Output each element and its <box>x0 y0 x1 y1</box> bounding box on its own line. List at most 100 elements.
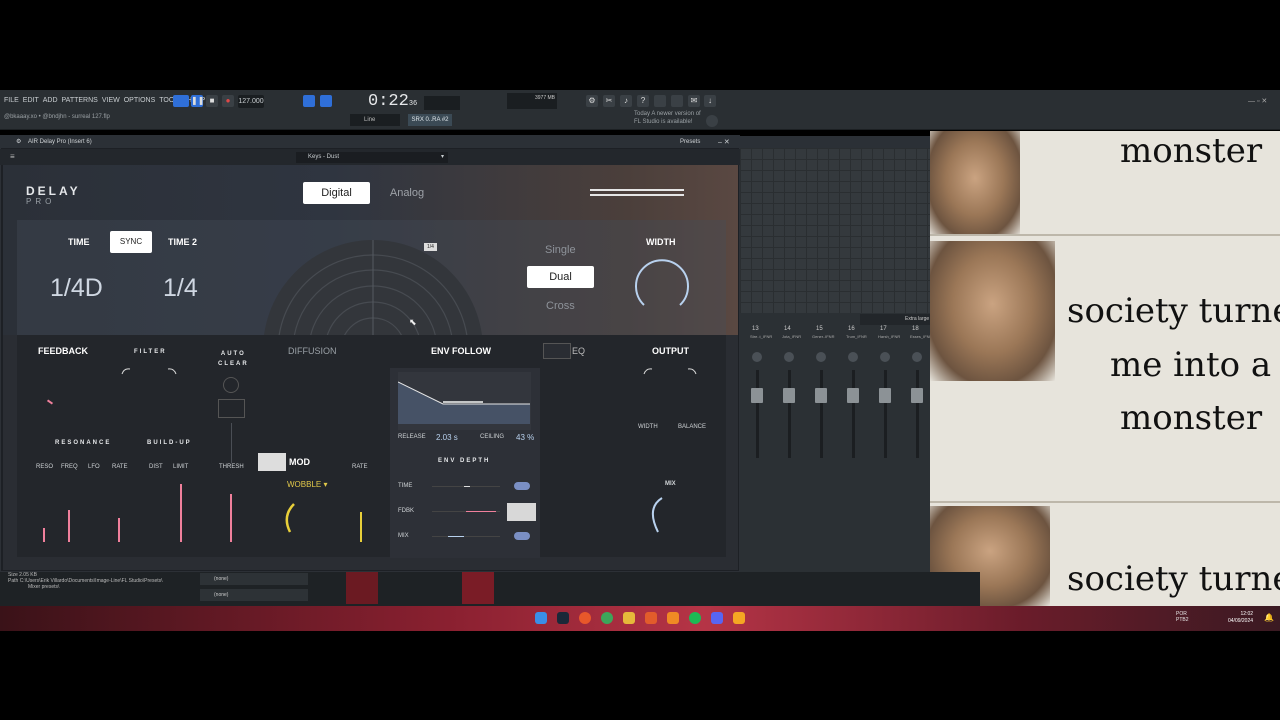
plugin-icon[interactable] <box>671 95 683 107</box>
mixer-channel[interactable]: 15 Gener..IFNR <box>806 326 836 508</box>
save-icon[interactable] <box>654 95 666 107</box>
wait-icon[interactable] <box>320 95 332 107</box>
volume-fader[interactable] <box>847 388 859 403</box>
pattern-mode-button[interactable] <box>173 95 189 107</box>
volume-fader[interactable] <box>783 388 795 403</box>
mixer-slot-selected[interactable] <box>462 572 494 604</box>
volume-fader[interactable] <box>751 388 763 403</box>
menu-edit[interactable]: EDIT <box>23 97 39 104</box>
menu-icon[interactable]: ≡ <box>10 152 15 161</box>
start-icon[interactable] <box>535 612 547 624</box>
pan-knob[interactable] <box>784 352 794 362</box>
auto-clear-toggle[interactable] <box>218 399 245 418</box>
depth-mix-switch[interactable] <box>514 532 530 540</box>
time1-value[interactable]: 1/4D <box>50 274 103 303</box>
wobble-selector[interactable]: WOBBLE ▾ <box>287 480 327 489</box>
news-panel[interactable]: Today A newer version of FL Studio is ava… <box>634 110 701 126</box>
mic-icon[interactable]: ♪ <box>620 95 632 107</box>
fl-studio-icon[interactable] <box>667 612 679 624</box>
auto-clear-knob[interactable] <box>223 377 239 393</box>
mod-toggle[interactable] <box>258 453 286 471</box>
mixer-slot-active[interactable] <box>346 572 378 604</box>
scissors-icon[interactable]: ✂ <box>603 95 615 107</box>
notification-icon[interactable]: 🔔 <box>1264 613 1274 622</box>
presets-label[interactable]: Presets <box>680 139 700 145</box>
thresh-fader[interactable] <box>230 494 232 542</box>
mixer-channel[interactable]: 16 Trum_IFNR <box>838 326 868 508</box>
tempo-display[interactable]: 127.000 <box>238 95 264 108</box>
pan-knob[interactable] <box>880 352 890 362</box>
mod-depth-knob[interactable] <box>280 502 300 536</box>
rate-fader[interactable] <box>118 518 120 542</box>
volume-fader[interactable] <box>911 388 923 403</box>
spotify-icon[interactable] <box>689 612 701 624</box>
menu-file[interactable]: FILE <box>4 97 19 104</box>
depth-fdbk-toggle[interactable] <box>507 503 536 521</box>
pan-knob[interactable] <box>752 352 762 362</box>
output-knobs[interactable] <box>642 366 702 380</box>
depth-mix-slider[interactable] <box>432 536 500 537</box>
download-icon[interactable]: ↓ <box>704 95 716 107</box>
folder-icon[interactable] <box>623 612 635 624</box>
plugin-window-header[interactable]: ⚙ AIR Delay Pro (Insert 6) Presets – ✕ <box>0 135 740 148</box>
eq-toggle[interactable] <box>543 343 571 359</box>
pan-knob[interactable] <box>848 352 858 362</box>
freq-fader[interactable] <box>68 510 70 542</box>
mixer-channel[interactable]: 17 Harsh_IFNR <box>870 326 900 508</box>
close-icon[interactable]: – ✕ <box>718 138 730 146</box>
mixer-channel[interactable]: 14 Jota_IFNR <box>774 326 804 508</box>
metronome-icon[interactable] <box>303 95 315 107</box>
sync-button[interactable]: SYNC <box>110 231 152 253</box>
playlist-grid[interactable] <box>740 148 930 313</box>
menu-options[interactable]: OPTIONS <box>124 97 156 104</box>
play-icon[interactable]: ❚❚ <box>191 95 204 107</box>
mode-dual-option[interactable]: Dual <box>527 266 594 288</box>
mixer-size-label[interactable]: Extra large <box>905 316 929 322</box>
limit-fader[interactable] <box>180 484 182 542</box>
depth-fdbk-slider[interactable] <box>432 511 500 512</box>
time2-label[interactable]: TIME 2 <box>168 237 197 247</box>
mode-cross-option[interactable]: Cross <box>546 300 575 312</box>
mode-single-option[interactable]: Single <box>545 244 576 256</box>
mixer-channel[interactable]: 13 Stre..t_IFNR <box>742 326 772 508</box>
filter-knobs[interactable] <box>120 366 180 380</box>
gear-icon[interactable]: ⚙ <box>16 138 21 145</box>
mixer-channel[interactable]: 18 Esses_IFNR <box>902 326 932 508</box>
fl-studio-icon-2[interactable] <box>733 612 745 624</box>
depth-time-slider[interactable] <box>432 486 500 487</box>
snap-selector[interactable]: Line <box>350 114 400 126</box>
send-selector-1[interactable]: (none) <box>200 573 308 585</box>
release-value[interactable]: 2.03 s <box>436 433 458 442</box>
window-controls[interactable]: — ▫ ✕ <box>1248 97 1267 105</box>
pan-knob[interactable] <box>912 352 922 362</box>
app-icon[interactable] <box>645 612 657 624</box>
depth-time-switch[interactable] <box>514 482 530 490</box>
width-knob[interactable] <box>632 257 692 317</box>
language-indicator[interactable]: POR PTB2 <box>1176 611 1189 623</box>
pattern-selector[interactable]: SRX 0..RA #2 <box>408 114 452 126</box>
volume-fader[interactable] <box>879 388 891 403</box>
chat-icon[interactable]: ✉ <box>688 95 700 107</box>
mode-analog-button[interactable]: Analog <box>385 182 429 204</box>
pan-knob[interactable] <box>816 352 826 362</box>
stop-icon[interactable]: ■ <box>206 95 218 107</box>
menu-patterns[interactable]: PATTERNS <box>62 97 98 104</box>
send-selector-2[interactable]: (none) <box>200 589 308 601</box>
time2-value[interactable]: 1/4 <box>163 274 198 303</box>
menu-view[interactable]: VIEW <box>102 97 120 104</box>
chrome-icon[interactable] <box>601 612 613 624</box>
volume-fader[interactable] <box>815 388 827 403</box>
settings-icon[interactable]: ⚙ <box>586 95 598 107</box>
globe-icon[interactable] <box>706 115 718 127</box>
mod-rate-fader[interactable] <box>360 512 362 542</box>
mode-digital-button[interactable]: Digital <box>303 182 370 204</box>
ceiling-value[interactable]: 43 % <box>516 433 534 442</box>
reso-fader[interactable] <box>43 528 45 542</box>
steam-icon[interactable] <box>557 612 569 624</box>
help-icon[interactable]: ? <box>637 95 649 107</box>
menu-add[interactable]: ADD <box>43 97 58 104</box>
system-clock[interactable]: 12:02 04/09/2024 <box>1228 611 1253 625</box>
time-label[interactable]: TIME <box>68 237 90 247</box>
record-icon[interactable]: ● <box>222 95 234 107</box>
preset-selector[interactable]: Keys - Dust ▾ <box>296 152 448 163</box>
